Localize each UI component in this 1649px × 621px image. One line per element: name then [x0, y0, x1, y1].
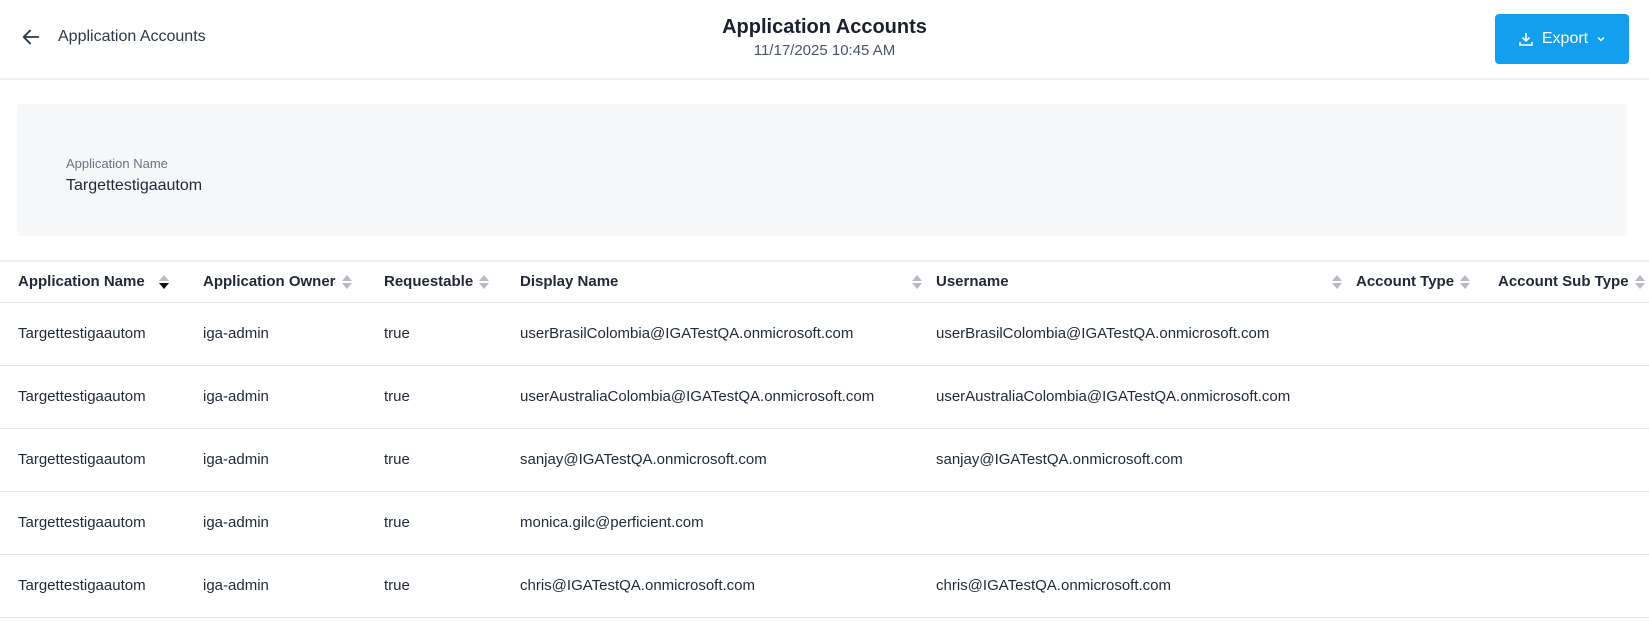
report-timestamp: 11/17/2025 10:45 AM [753, 42, 896, 59]
column-label: Application Name [18, 273, 145, 291]
cell-account-sub-type [1498, 554, 1649, 618]
cell-application-name: Targettestigaautom [0, 302, 203, 366]
cell-application-owner: iga-admin [203, 428, 384, 492]
table-row[interactable]: Targettestigaautom iga-admin true monica.gi… [0, 491, 1649, 555]
cell-requestable: true [384, 554, 520, 618]
cell-account-sub-type [1498, 428, 1649, 492]
sort-icon[interactable] [341, 275, 352, 290]
accounts-table: Application Name Application Owner Request… [0, 260, 1649, 618]
cell-requestable: true [384, 365, 520, 429]
cell-display-name: chris@IGATestQA.onmicrosoft.com [520, 554, 936, 618]
cell-account-type [1356, 365, 1498, 429]
sort-icon[interactable] [912, 274, 922, 289]
page-title: Application Accounts [722, 16, 927, 38]
column-label: Account Type [1356, 273, 1455, 291]
column-label: Requestable [384, 273, 474, 291]
column-label: Application Owner [203, 273, 336, 291]
cell-username: userBrasilColombia@IGATestQA.onmicrosoft… [936, 302, 1356, 366]
sort-icon[interactable] [479, 275, 490, 290]
column-header-account-type[interactable]: Account Type [1356, 261, 1498, 303]
table-row[interactable]: Targettestigaautom iga-admin true userAustr… [0, 365, 1649, 429]
cell-account-type [1356, 554, 1498, 618]
column-label: Display Name [520, 273, 619, 291]
table-row[interactable]: Targettestigaautom iga-admin true chris@IGA… [0, 554, 1649, 618]
cell-username: userAustraliaColombia@IGATestQA.onmicros… [936, 365, 1356, 429]
table-row[interactable]: Targettestigaautom iga-admin true sanjay@IG… [0, 428, 1649, 492]
cell-requestable: true [384, 491, 520, 555]
sort-icon[interactable] [1634, 275, 1645, 290]
column-label: Username [936, 273, 1009, 291]
cell-account-sub-type [1498, 302, 1649, 366]
cell-account-sub-type [1498, 491, 1649, 555]
column-header-application-owner[interactable]: Application Owner [203, 261, 384, 303]
chevron-down-icon [1597, 36, 1605, 42]
column-header-requestable[interactable]: Requestable [384, 261, 520, 303]
cell-application-name: Targettestigaautom [0, 554, 203, 618]
cell-username [936, 491, 1356, 555]
cell-account-sub-type [1498, 365, 1649, 429]
cell-username: chris@IGATestQA.onmicrosoft.com [936, 554, 1356, 618]
sort-icon[interactable] [158, 275, 169, 290]
column-header-username[interactable]: Username [936, 261, 1356, 303]
cell-application-owner: iga-admin [203, 554, 384, 618]
sort-icon[interactable] [1332, 274, 1342, 289]
export-label: Export [1541, 30, 1589, 47]
cell-application-owner: iga-admin [203, 365, 384, 429]
cell-username: sanjay@IGATestQA.onmicrosoft.com [936, 428, 1356, 492]
cell-application-name: Targettestigaautom [0, 365, 203, 429]
column-header-display-name[interactable]: Display Name [520, 261, 936, 303]
download-icon [1519, 33, 1533, 46]
cell-application-name: Targettestigaautom [0, 491, 203, 555]
cell-display-name: monica.gilc@perficient.com [520, 491, 936, 555]
cell-account-type [1356, 428, 1498, 492]
cell-display-name: userAustraliaColombia@IGATestQA.onmicros… [520, 365, 936, 429]
sort-icon[interactable] [1460, 275, 1471, 290]
export-button[interactable]: Export [1495, 14, 1629, 64]
summary-panel: Application Name Targettestigaautom [17, 104, 1627, 236]
page-header: Application Accounts Application Account… [0, 0, 1649, 80]
cell-display-name: sanjay@IGATestQA.onmicrosoft.com [520, 428, 936, 492]
application-name-label: Application Name [66, 156, 168, 171]
cell-application-owner: iga-admin [203, 302, 384, 366]
cell-account-type [1356, 302, 1498, 366]
cell-requestable: true [384, 428, 520, 492]
application-name-value: Targettestigaautom [66, 177, 203, 194]
cell-account-type [1356, 491, 1498, 555]
table-row[interactable]: Targettestigaautom iga-admin true userBrasi… [0, 302, 1649, 366]
cell-requestable: true [384, 302, 520, 366]
cell-display-name: userBrasilColombia@IGATestQA.onmicrosoft… [520, 302, 936, 366]
column-header-account-sub-type[interactable]: Account Sub Type [1498, 261, 1649, 303]
column-header-application-name[interactable]: Application Name [0, 261, 203, 303]
column-label: Account Sub Type [1498, 273, 1629, 291]
cell-application-name: Targettestigaautom [0, 428, 203, 492]
cell-application-owner: iga-admin [203, 491, 384, 555]
